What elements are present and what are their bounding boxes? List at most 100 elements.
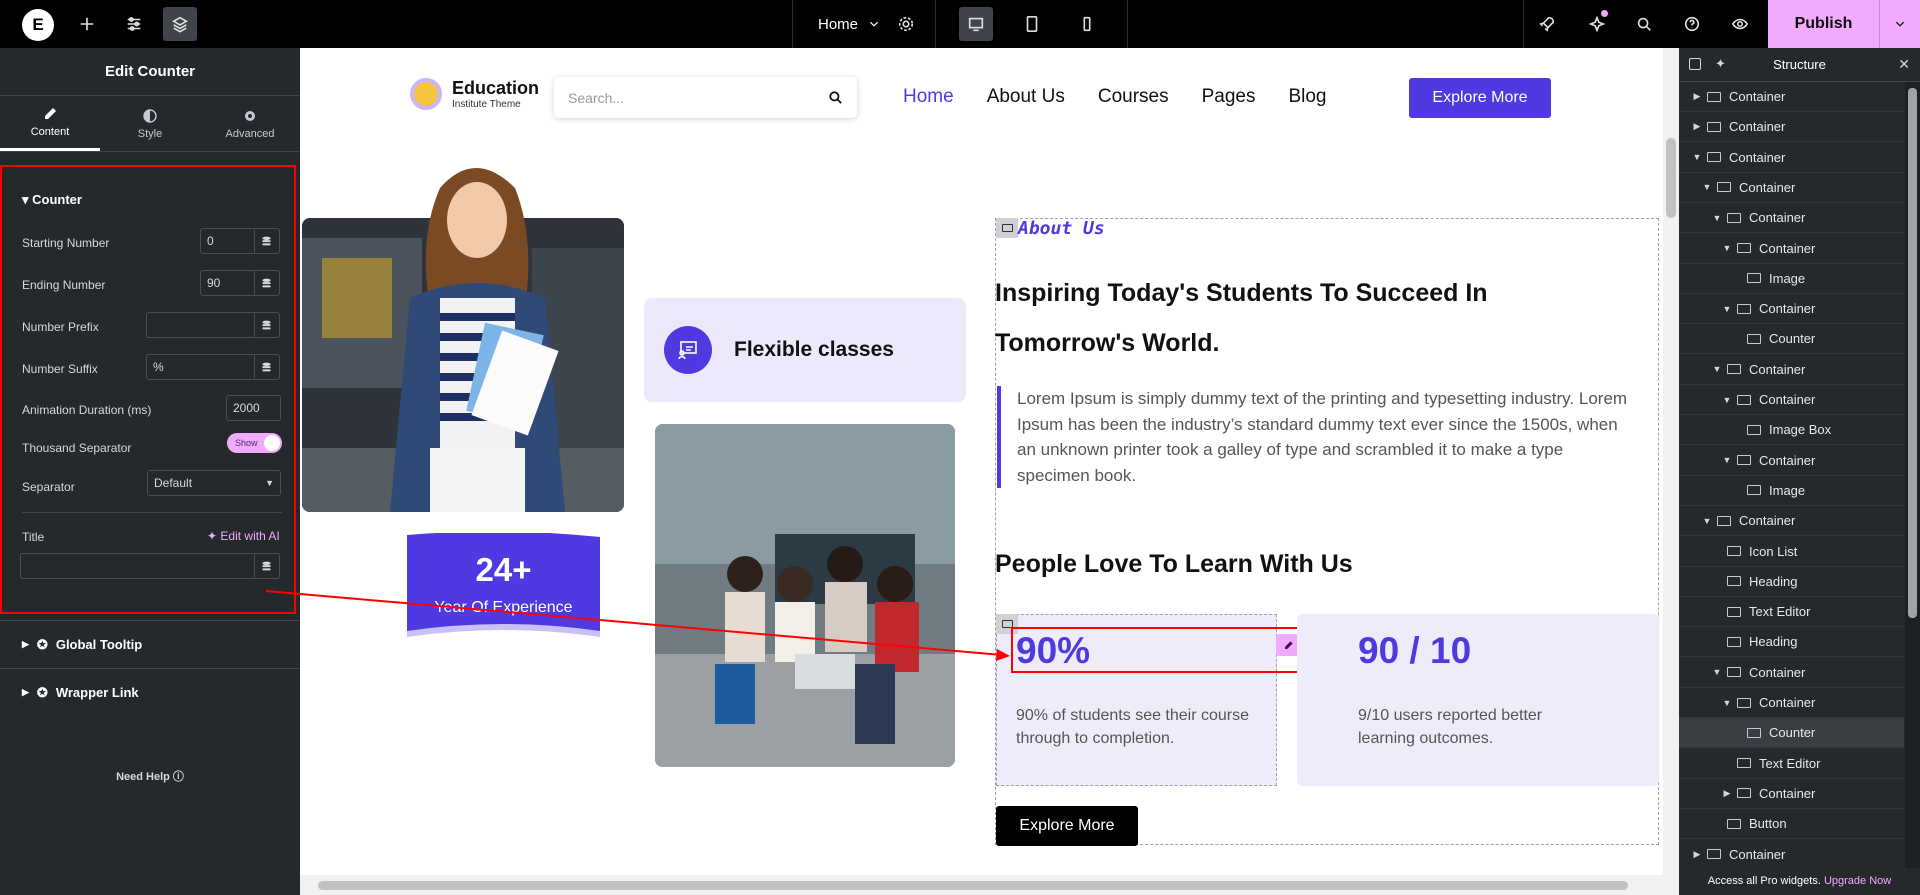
elementor-editor: E Home Publish Edit Counter Content Styl… — [0, 0, 1920, 895]
element-type-icon — [1727, 818, 1741, 829]
caret-right-icon[interactable]: ▶ — [1691, 91, 1703, 102]
structure-item-label: Container — [1749, 664, 1806, 680]
element-type-icon — [1737, 303, 1751, 314]
structure-item[interactable]: ▶ Container — [1679, 112, 1904, 143]
caret-down-icon[interactable]: ▼ — [1721, 698, 1733, 708]
structure-item-label: Container — [1759, 392, 1816, 407]
element-type-icon — [1747, 485, 1761, 496]
element-type-icon — [1737, 697, 1751, 708]
structure-item[interactable]: ▼ Container — [1679, 143, 1904, 173]
structure-item[interactable]: Icon List — [1679, 537, 1904, 567]
structure-item[interactable]: ▼ Container — [1679, 658, 1904, 688]
structure-item[interactable]: Counter — [1679, 718, 1904, 749]
structure-item-label: Counter — [1769, 331, 1816, 347]
caret-down-icon[interactable]: ▼ — [1691, 152, 1703, 162]
structure-item-label: Heading — [1749, 573, 1798, 589]
structure-item[interactable]: ▼ Container — [1679, 506, 1904, 537]
element-type-icon — [1727, 212, 1741, 223]
caret-down-icon[interactable]: ▼ — [1711, 364, 1723, 374]
structure-item-label: Container — [1729, 119, 1786, 135]
structure-item-label: Container — [1729, 846, 1786, 862]
structure-item-label: Icon List — [1749, 543, 1798, 559]
element-type-icon — [1717, 515, 1731, 526]
caret-down-icon[interactable]: ▼ — [1721, 455, 1733, 465]
structure-item[interactable]: ▼ Container — [1679, 688, 1904, 718]
element-type-icon — [1747, 333, 1761, 344]
structure-item-label: Image Box — [1769, 422, 1832, 438]
structure-item-label: Heading — [1749, 634, 1798, 650]
caret-down-icon[interactable]: ▼ — [1721, 395, 1733, 405]
element-type-icon — [1717, 182, 1731, 193]
structure-item-label: Container — [1749, 210, 1806, 226]
caret-down-icon[interactable]: ▼ — [1701, 182, 1713, 192]
element-type-icon — [1727, 636, 1741, 647]
structure-item-label: Container — [1759, 785, 1816, 801]
structure-item[interactable]: ▶ Container — [1679, 779, 1904, 809]
structure-item[interactable]: Image — [1679, 476, 1904, 506]
structure-title: Structure — [1773, 57, 1826, 72]
structure-item[interactable]: ▼ Container — [1679, 446, 1904, 476]
structure-item[interactable]: Text Editor — [1679, 597, 1904, 628]
element-type-icon — [1747, 424, 1761, 435]
element-type-icon — [1737, 243, 1751, 253]
structure-item[interactable]: Button — [1679, 809, 1904, 840]
element-type-icon — [1737, 758, 1751, 769]
structure-item[interactable]: ▼ Container — [1679, 203, 1904, 234]
caret-right-icon[interactable]: ▶ — [1691, 121, 1703, 132]
element-type-icon — [1737, 788, 1751, 799]
structure-header: ✦ Structure ✕ — [1679, 48, 1920, 82]
structure-item[interactable]: ▼ Container — [1679, 173, 1904, 203]
structure-item[interactable]: Heading — [1679, 567, 1904, 597]
caret-right-icon[interactable]: ▶ — [1721, 788, 1733, 799]
structure-item-label: Container — [1729, 89, 1786, 104]
element-type-icon — [1747, 273, 1761, 284]
structure-item[interactable]: ▶ Container — [1679, 840, 1904, 870]
annotation-arrow — [265, 590, 1010, 661]
caret-down-icon[interactable]: ▼ — [1701, 516, 1713, 526]
caret-right-icon[interactable]: ▶ — [1691, 849, 1703, 860]
structure-item[interactable]: ▼ Container — [1679, 234, 1904, 264]
caret-down-icon[interactable]: ▼ — [1721, 243, 1733, 253]
structure-item-label: Image — [1769, 482, 1806, 498]
element-type-icon — [1707, 91, 1721, 102]
structure-item-label: Container — [1759, 301, 1816, 317]
structure-item[interactable]: Heading — [1679, 627, 1904, 658]
element-type-icon — [1737, 455, 1751, 466]
element-type-icon — [1737, 394, 1751, 405]
structure-item-label: Container — [1739, 179, 1796, 195]
element-type-icon — [1727, 546, 1741, 556]
structure-item[interactable]: Image — [1679, 264, 1904, 294]
element-type-icon — [1727, 606, 1741, 617]
element-type-icon — [1727, 667, 1741, 678]
scrollbar-thumb[interactable] — [1908, 88, 1917, 618]
close-icon[interactable]: ✕ — [1898, 56, 1910, 73]
promo-text: Access all Pro widgets. — [1707, 875, 1821, 887]
upgrade-now-link[interactable]: Upgrade Now — [1824, 875, 1891, 887]
caret-down-icon[interactable]: ▼ — [1711, 213, 1723, 223]
structure-item-label: Button — [1749, 816, 1787, 832]
structure-item[interactable]: Text Editor — [1679, 749, 1904, 779]
structure-item[interactable]: ▼ Container — [1679, 385, 1904, 415]
structure-panel: ✦ Structure ✕ ▶ Container ▶ Container ▼ Conta… — [1679, 48, 1920, 895]
structure-item-label: Text Editor — [1749, 604, 1811, 620]
element-type-icon — [1707, 849, 1721, 859]
upgrade-promo: Access all Pro widgets. Upgrade Now — [1679, 868, 1920, 895]
element-type-icon — [1727, 576, 1741, 587]
structure-item-label: Counter — [1769, 725, 1816, 741]
structure-item[interactable]: ▼ Container — [1679, 355, 1904, 385]
structure-item[interactable]: ▶ Container — [1679, 82, 1904, 112]
structure-item-label: Container — [1749, 361, 1806, 377]
structure-item[interactable]: Counter — [1679, 324, 1904, 355]
structure-item-label: Text Editor — [1759, 755, 1821, 771]
structure-item-label: Container — [1759, 240, 1816, 256]
structure-item-label: Image — [1769, 270, 1806, 286]
element-type-icon — [1707, 152, 1721, 163]
structure-scrollbar[interactable] — [1905, 82, 1920, 876]
caret-down-icon[interactable]: ▼ — [1721, 304, 1733, 314]
element-type-icon — [1707, 121, 1721, 132]
element-type-icon — [1727, 364, 1741, 375]
structure-item[interactable]: ▼ Container — [1679, 294, 1904, 325]
structure-item[interactable]: Image Box — [1679, 415, 1904, 446]
caret-down-icon[interactable]: ▼ — [1711, 667, 1723, 677]
element-type-icon — [1747, 727, 1761, 738]
